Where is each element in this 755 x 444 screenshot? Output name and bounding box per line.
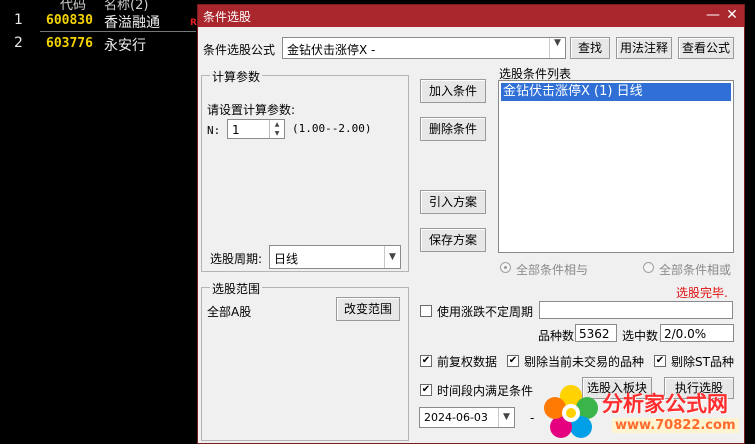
condition-list[interactable]: 金钻伏击涨停X (1) 日线 <box>498 80 734 253</box>
exclude-untraded-checkbox[interactable]: ✔ <box>507 355 519 367</box>
chevron-down-icon[interactable]: ▼ <box>498 408 514 427</box>
spinner-icon[interactable]: ▲ ▼ <box>269 120 284 138</box>
save-plan-button[interactable]: 保存方案 <box>420 228 486 252</box>
selected-field: 2/0.0% <box>660 324 734 342</box>
radio-and[interactable] <box>500 262 511 273</box>
condition-list-item[interactable]: 金钻伏击涨停X (1) 日线 <box>501 83 731 101</box>
usage-notes-button[interactable]: 用法注释 <box>616 37 672 59</box>
start-date-value: 2024-06-03 <box>424 411 488 424</box>
dialog-titlebar[interactable]: 条件选股 — ✕ <box>198 5 744 27</box>
adjust-data-checkbox[interactable]: ✔ <box>420 355 432 367</box>
param-n-label: N: <box>207 124 221 137</box>
period-value: 日线 <box>274 252 299 266</box>
radio-or-label: 全部条件相或 <box>659 263 732 277</box>
flower-logo-icon <box>544 385 598 438</box>
selected-label: 选中数 <box>622 329 659 343</box>
variable-period-label: 使用涨跌不定周期 <box>437 305 534 319</box>
row-index: 2 <box>14 35 23 51</box>
selected-value: 2/0.0% <box>664 327 707 341</box>
range-group-title: 选股范围 <box>210 280 263 297</box>
stock-name: 永安行 <box>104 38 146 54</box>
chevron-down-icon[interactable]: ▼ <box>384 246 400 268</box>
time-range-checkbox[interactable]: ✔ <box>420 384 432 396</box>
row-divider <box>40 31 196 32</box>
stock-code: 603776 <box>46 36 93 51</box>
period-label: 选股周期: <box>210 252 263 266</box>
variable-period-checkbox[interactable] <box>420 305 432 317</box>
find-button[interactable]: 查找 <box>570 37 610 59</box>
margin-flag: R <box>190 18 197 28</box>
row-index: 1 <box>14 12 23 28</box>
delete-condition-button[interactable]: 删除条件 <box>420 117 486 141</box>
stock-row[interactable]: 2 603776 永安行 <box>0 35 200 55</box>
site-watermark: 分析家公式网 www.70822.com <box>540 382 755 444</box>
date-separator: - <box>530 411 535 425</box>
params-group-title: 计算参数 <box>210 68 263 85</box>
condition-stock-picker-dialog: 条件选股 — ✕ 条件选股公式 金钻伏击涨停X - ▼ 查找 用法注释 查看公式… <box>197 4 745 444</box>
param-range: (1.00--2.00) <box>292 122 372 135</box>
period-select[interactable]: 日线 ▼ <box>269 245 401 269</box>
exclude-untraded-label: 剔除当前未交易的品种 <box>524 355 645 369</box>
exclude-st-label: 剔除ST品种 <box>671 355 734 369</box>
count-field: 5362 <box>575 324 617 342</box>
variable-period-field[interactable] <box>539 301 733 319</box>
range-group: 选股范围 全部A股 改变范围 <box>201 280 409 441</box>
watermark-text: 分析家公式网 <box>602 392 728 416</box>
dialog-title: 条件选股 <box>203 10 252 24</box>
chevron-down-icon[interactable]: ▼ <box>549 38 565 58</box>
params-group: 计算参数 请设置计算参数: N: 1 ▲ ▼ (1.00--2.00) 选股周期:… <box>201 68 409 272</box>
count-label: 品种数 <box>538 329 575 343</box>
add-condition-button[interactable]: 加入条件 <box>420 79 486 103</box>
count-value: 5362 <box>579 327 610 341</box>
stock-row[interactable]: 1 600830 香溢融通 R <box>0 12 200 32</box>
param-n-value: 1 <box>232 123 240 137</box>
minimize-button[interactable]: — <box>704 7 722 23</box>
formula-value: 金钻伏击涨停X - <box>287 43 376 57</box>
stock-name: 香溢融通 <box>104 15 160 31</box>
exclude-st-checkbox[interactable]: ✔ <box>654 355 666 367</box>
change-range-button[interactable]: 改变范围 <box>336 297 400 321</box>
import-plan-button[interactable]: 引入方案 <box>420 190 486 214</box>
stock-code: 600830 <box>46 13 93 28</box>
status-text: 选股完毕. <box>676 286 728 300</box>
adjust-data-label: 前复权数据 <box>437 355 498 369</box>
close-button[interactable]: ✕ <box>723 7 741 23</box>
radio-and-label: 全部条件相与 <box>516 263 589 277</box>
start-date-picker[interactable]: 2024-06-03 ▼ <box>419 407 515 428</box>
radio-or[interactable] <box>643 262 654 273</box>
range-value: 全部A股 <box>207 305 252 319</box>
params-prompt: 请设置计算参数: <box>207 103 296 117</box>
time-range-label: 时间段内满足条件 <box>437 384 534 398</box>
formula-label: 条件选股公式 <box>203 43 276 57</box>
formula-select[interactable]: 金钻伏击涨停X - ▼ <box>282 37 566 59</box>
param-n-input[interactable]: 1 ▲ ▼ <box>227 119 285 139</box>
view-formula-button[interactable]: 查看公式 <box>678 37 734 59</box>
watermark-url: www.70822.com <box>612 418 739 433</box>
